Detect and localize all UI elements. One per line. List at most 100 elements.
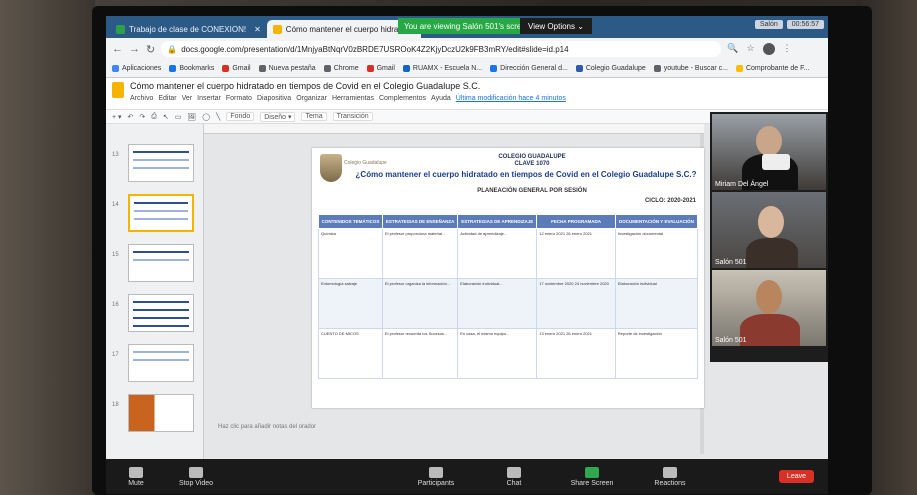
menu-item[interactable]: Formato [226,95,252,102]
line-icon[interactable]: ╲ [216,113,220,121]
search-icon[interactable]: 🔍 [727,43,738,55]
table-header: CONTENIDOS TEMÁTICOS [317,214,384,229]
bookmark-colegio[interactable]: Colegio Guadalupe [575,65,646,72]
plan-heading: PLANEACIÓN GENERAL POR SESIÓN [477,188,587,194]
monitor-screen: Trabajo de clase de CONEXION! ✕ Cómo man… [106,16,828,494]
site-icon [735,65,743,72]
url-bar[interactable]: 🔒 docs.google.com/presentation/d/1MnjyaB… [161,41,722,57]
plan-table: CONTENIDOS TEMÁTICOS ESTRATEGIAS DE ENSE… [317,214,699,379]
cursor-icon[interactable]: ↖ [163,113,169,121]
menu-icon[interactable]: ⋮ [783,43,792,55]
image-icon[interactable]: 🖼 [187,113,196,121]
document-title[interactable]: Cómo mantener el cuerpo hidratado en tie… [130,81,480,91]
zoom-viewing-banner: You are viewing Salón 501's screen [398,18,537,34]
meeting-timer: 00:56:57 [786,20,824,29]
slide-canvas[interactable]: Colegio Guadalupe COLEGIO GUADALUPE CLAV… [312,148,704,408]
menu-item[interactable]: Diapositiva [257,95,291,102]
slides-logo-icon[interactable] [112,82,124,98]
slide-thumbnail[interactable] [128,144,194,182]
speaker-notes-hint[interactable]: Haz clic para añadir notas del orador [218,424,316,430]
print-icon[interactable]: ⎙ [151,113,157,121]
bookmark-gmail-2[interactable]: Gmail [366,65,395,72]
star-icon[interactable]: ☆ [746,43,754,55]
menu-item[interactable]: Herramientas [332,95,374,102]
participants-icon [429,466,443,478]
shape-icon[interactable]: ◯ [202,113,210,121]
leave-button[interactable]: Leave [778,470,814,483]
bookmark-direccion[interactable]: Dirección General d... [490,65,568,72]
slide-thumbnail[interactable] [128,344,194,382]
site-icon [402,65,410,72]
school-crest-icon [320,154,342,182]
slide-title: ¿Cómo mantener el cuerpo hidratado en ti… [355,170,697,179]
menu-item[interactable]: Ayuda [431,95,451,102]
school-name: COLEGIO GUADALUPE [498,154,566,160]
profile-avatar[interactable] [762,43,775,55]
last-edit-link[interactable]: Última modificación hace 4 minutos [456,95,566,102]
slide-thumbnail[interactable] [128,244,194,282]
background-button[interactable]: Fondo [226,112,255,121]
participant-video[interactable]: Salón 501 [712,270,826,346]
table-row: Química El profesor proporciona material… [317,228,699,279]
browser-tab-1[interactable]: Trabajo de clase de CONEXION! ✕ [110,20,267,38]
menu-item[interactable]: Organizar [296,95,327,102]
theme-button[interactable]: Tema [301,112,327,121]
table-row: CUENTO DE MICOS El profesor recuerda los… [317,328,699,379]
gmail-icon [222,65,230,72]
bookmark-gmail[interactable]: Gmail [222,65,251,72]
window-control[interactable]: Salón [754,20,783,29]
slides-icon [272,24,282,34]
add-icon[interactable]: + ▾ [112,113,122,121]
video-camera-icon [189,466,203,478]
participants-button[interactable]: Participants [406,466,466,487]
forward-icon[interactable]: → [129,43,140,55]
table-header: DOCUMENTACIÓN Y EVALUACIÓN [614,214,699,229]
slide-thumbnail[interactable] [128,394,194,432]
lock-icon: 🔒 [167,44,178,54]
participant-video[interactable]: Miriam Del Ángel [712,114,826,190]
participant-name: Salón 501 [715,259,747,266]
slide-thumbnail-selected[interactable] [128,194,194,232]
close-icon[interactable]: ✕ [254,25,261,34]
site-icon [490,65,498,72]
view-options-button[interactable]: View Options ⌄ [520,18,592,34]
reload-icon[interactable]: ↻ [146,43,155,56]
site-icon [575,65,583,72]
slide-thumbnail[interactable] [128,294,194,332]
gmail-icon [366,65,374,72]
participant-video[interactable]: Salón 501 [712,192,826,268]
transition-button[interactable]: Transición [332,112,373,121]
bookmark-bookmarks[interactable]: Bookmarks [169,65,214,72]
table-header: ESTRATEGIAS DE APRENDIZAJE [457,214,538,229]
table-row: Entomología salvaje El profesor organiza… [317,278,699,329]
bookmark-youtube[interactable]: youtube - Buscar c... [653,65,728,72]
menu-item[interactable]: Insertar [197,95,221,102]
url-text: docs.google.com/presentation/d/1MnjyaBtN… [181,44,569,54]
stop-video-button[interactable]: Stop Video [166,466,226,487]
undo-icon[interactable]: ↶ [128,113,134,121]
bookmark-ruamx[interactable]: RUAMX - Escuela N... [402,65,482,72]
menu-item[interactable]: Archivo [130,95,153,102]
share-screen-button[interactable]: Share Screen [562,466,622,487]
photo-background: Trabajo de clase de CONEXION! ✕ Cómo man… [0,0,917,495]
menu-item[interactable]: Complementos [379,95,426,102]
bookmark-chrome[interactable]: Chrome [323,65,359,72]
back-icon[interactable]: ← [112,43,123,55]
horizontal-ruler [204,124,704,134]
textbox-icon[interactable]: ▭ [175,113,182,121]
slides-header: Cómo mantener el cuerpo hidratado en tie… [106,78,828,110]
mute-button[interactable]: Mute [106,466,166,487]
redo-icon[interactable]: ↷ [139,113,145,121]
chat-button[interactable]: Chat [484,466,544,487]
bookmark-apps[interactable]: Aplicaciones [112,65,161,72]
tab-label: Trabajo de clase de CONEXION! [129,24,247,34]
table-header: ESTRATEGIAS DE ENSEÑANZA [382,214,459,229]
layout-button[interactable]: Diseño ▾ [260,111,296,122]
reactions-button[interactable]: Reactions [640,466,700,487]
apps-icon [112,65,119,72]
bookmark-new-tab[interactable]: Nueva pestaña [258,65,316,72]
menu-item[interactable]: Ver [182,95,193,102]
bookmark-comprobante[interactable]: Comprobante de F... [735,65,809,72]
menu-item[interactable]: Editar [158,95,176,102]
participant-name: Salón 501 [715,337,747,344]
